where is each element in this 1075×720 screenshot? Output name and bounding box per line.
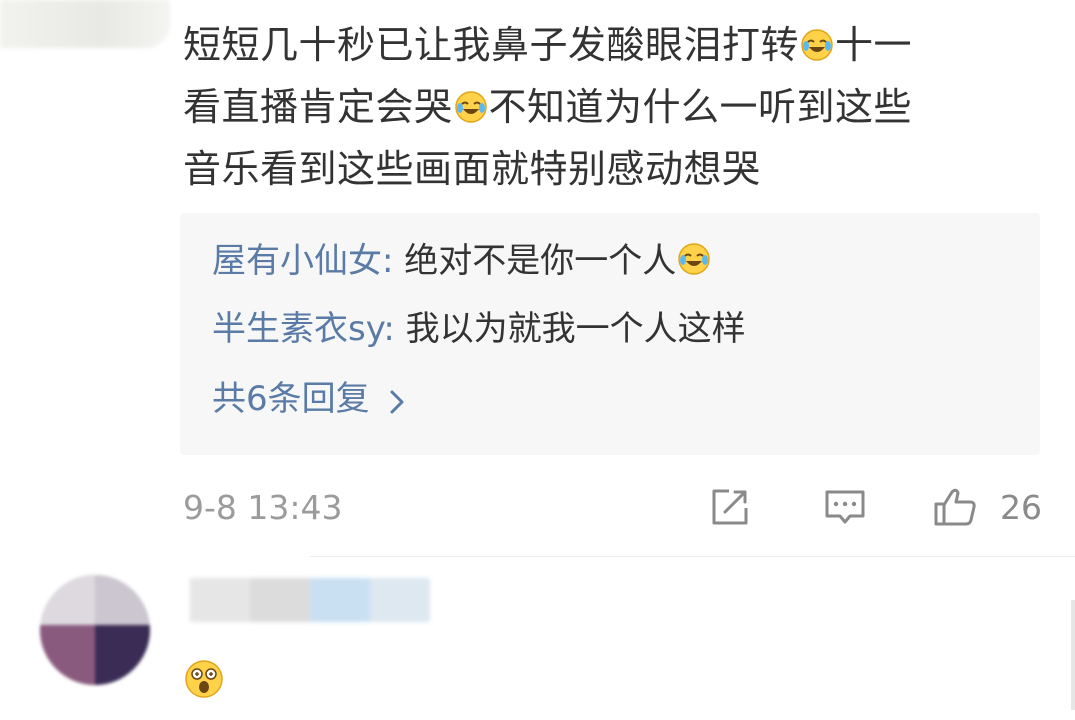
- view-all-replies-label[interactable]: 共6条回复: [212, 377, 370, 421]
- like-count: 26: [1000, 488, 1042, 527]
- comment-line-1: 短短几十秒已让我鼻子发酸眼泪打转: [183, 23, 800, 67]
- thumbs-up-icon[interactable]: [932, 484, 978, 530]
- laughing-crying-emoji-icon: [800, 28, 834, 62]
- surprised-emoji-icon: [183, 658, 225, 700]
- comment-line-3: 音乐看到这些画面就特别感动想哭: [183, 147, 761, 191]
- comment-line-2-tail: 不知道为什么一听到这些: [488, 85, 913, 129]
- laughing-crying-emoji-icon: [677, 242, 711, 276]
- comment-timestamp: 9-8 13:43: [183, 488, 343, 527]
- comment-line-2: 看直播肯定会哭: [183, 85, 453, 129]
- reply-username[interactable]: 半生素衣sy: [212, 309, 383, 349]
- replies-preview-box[interactable]: 屋有小仙女: 绝对不是你一个人 半生素衣sy: 我以为就我一个人这样 共6条回复: [180, 213, 1040, 455]
- reply-colon: :: [382, 241, 394, 281]
- reply-username[interactable]: 屋有小仙女: [212, 241, 382, 281]
- comment-body: 短短几十秒已让我鼻子发酸眼泪打转 十一 看直播肯定会哭 不知道为什么一听到这些 …: [183, 14, 1053, 200]
- reply-text: 我以为就我一个人这样: [405, 309, 746, 349]
- reply-colon: :: [383, 309, 395, 349]
- reply-item[interactable]: 屋有小仙女: 绝对不是你一个人: [212, 239, 712, 283]
- avatar[interactable]: [40, 575, 150, 685]
- comment-line-1-tail: 十一: [835, 23, 913, 67]
- reply-text: 绝对不是你一个人: [404, 241, 677, 281]
- laughing-crying-emoji-icon: [454, 90, 488, 124]
- previous-avatar-blurred: [0, 0, 170, 48]
- view-all-replies-link[interactable]: 共6条回复: [212, 377, 412, 421]
- username-blurred: [190, 578, 430, 622]
- share-edit-icon[interactable]: [707, 484, 753, 530]
- scroll-edge: [1071, 600, 1075, 710]
- reply-item[interactable]: 半生素衣sy: 我以为就我一个人这样: [212, 307, 746, 351]
- comment-bubble-icon[interactable]: [822, 484, 868, 530]
- chevron-right-icon: [382, 384, 412, 414]
- comment-divider: [310, 556, 1075, 557]
